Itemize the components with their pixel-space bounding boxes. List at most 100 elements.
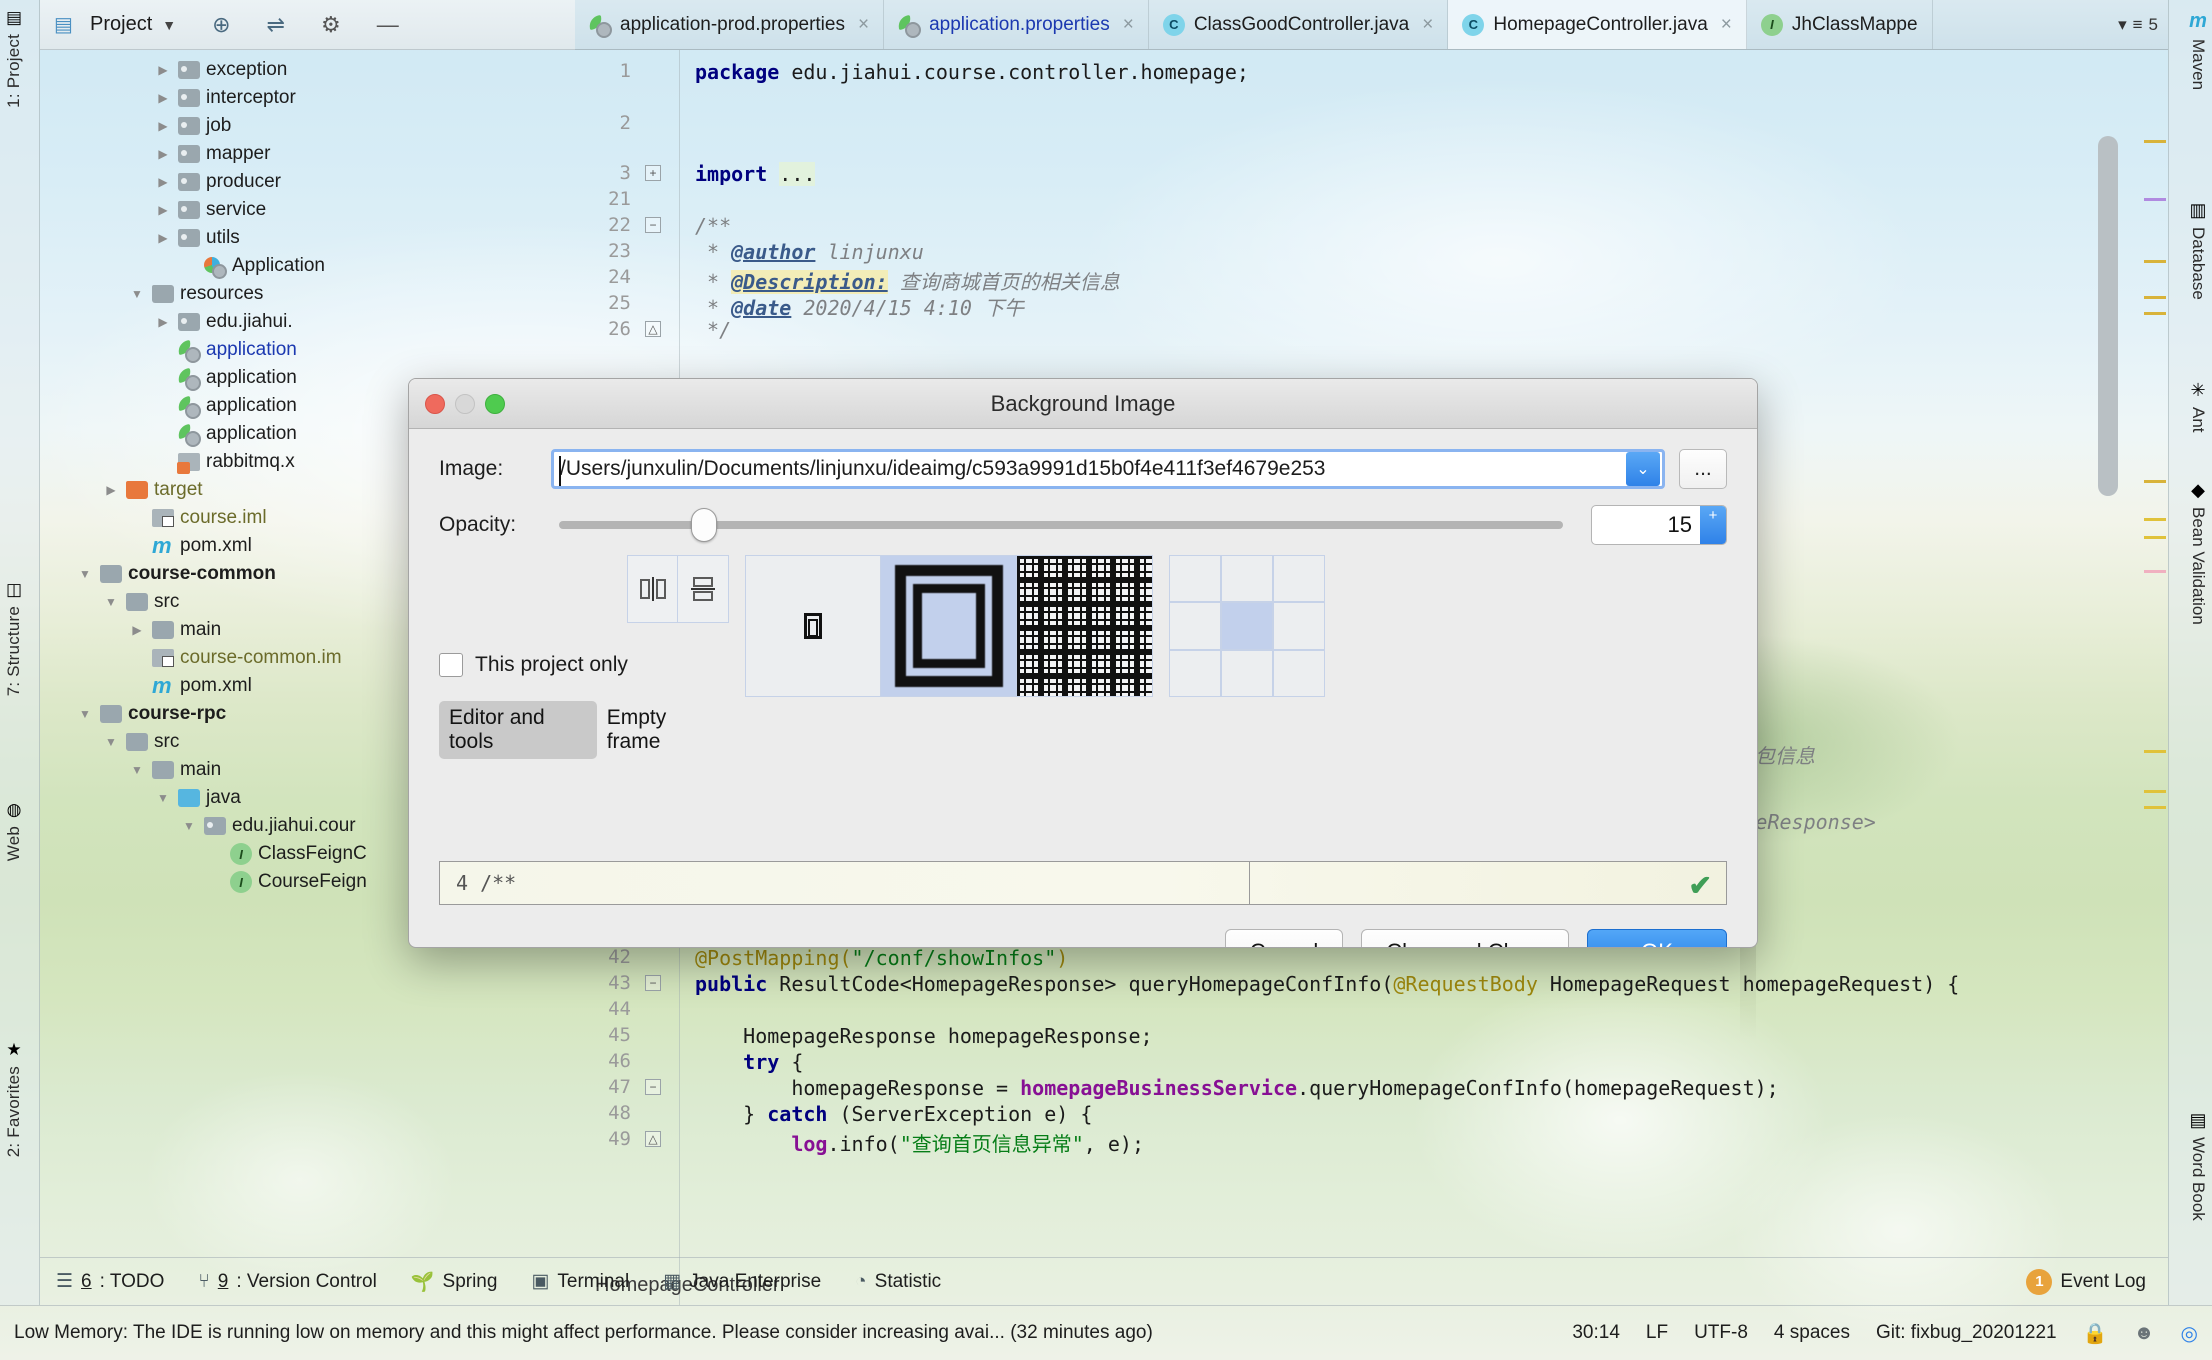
background-image-dialog[interactable]: Background Image Image: /Users/junxulin/… xyxy=(408,378,1758,948)
stepper-up-icon[interactable]: + xyxy=(1700,506,1726,525)
chevron-down-icon[interactable]: ▼ xyxy=(128,287,146,301)
dialog-title-bar[interactable]: Background Image xyxy=(409,379,1757,429)
code-line[interactable]: * @date 2020/4/15 4:10 下午 xyxy=(695,292,1024,321)
editor-marker[interactable] xyxy=(2144,480,2166,483)
chevron-right-icon[interactable]: ▶ xyxy=(128,539,146,553)
anchor-top-left[interactable] xyxy=(1169,555,1221,603)
sidebar-item-ant[interactable]: ✳ Ant xyxy=(2188,380,2208,433)
editor-marker[interactable] xyxy=(2144,518,2166,521)
editor-marker-bar[interactable] xyxy=(2142,50,2168,1305)
anchor-bottom-left[interactable] xyxy=(1169,649,1221,697)
tool-window-button[interactable]: ☰ 6: TODO xyxy=(56,1270,164,1293)
editor-marker[interactable] xyxy=(2144,570,2166,573)
editor-marker[interactable] xyxy=(2144,260,2166,263)
git-branch[interactable]: Git: fixbug_20201221 xyxy=(1876,1322,2057,1344)
this-project-only-row[interactable]: This project only xyxy=(439,653,729,677)
chevron-right-icon[interactable]: ▶ xyxy=(206,875,224,889)
locate-icon[interactable]: ⊕ xyxy=(212,12,230,38)
chevron-right-icon[interactable]: ▶ xyxy=(180,259,198,273)
line-separator[interactable]: LF xyxy=(1646,1322,1668,1344)
sidebar-item-structure[interactable]: ◫ 7: Structure xyxy=(4,580,24,696)
editor-marker[interactable] xyxy=(2144,806,2166,809)
status-message[interactable]: Low Memory: The IDE is running low on me… xyxy=(14,1322,1546,1344)
code-line[interactable]: * @Description: 查询商城首页的相关信息 xyxy=(695,266,1120,295)
close-icon[interactable]: × xyxy=(1123,14,1134,36)
code-line[interactable]: try { xyxy=(695,1050,803,1074)
chevron-right-icon[interactable]: ▶ xyxy=(154,399,172,413)
chevron-right-icon[interactable]: ▶ xyxy=(206,847,224,861)
slider-thumb[interactable] xyxy=(691,508,717,542)
segment-editor-and-tools[interactable]: Editor and tools xyxy=(439,701,597,759)
flip-horizontal-button[interactable] xyxy=(627,555,679,623)
chevron-down-icon[interactable]: ▼ xyxy=(180,819,198,833)
editor-marker[interactable] xyxy=(2144,198,2166,201)
chevron-down-icon[interactable]: ▾ xyxy=(2118,15,2127,35)
anchor-top-right[interactable] xyxy=(1273,555,1325,603)
code-line[interactable]: /** xyxy=(695,214,731,238)
code-line[interactable]: * @author linjunxu xyxy=(695,240,924,264)
opacity-value[interactable]: 15 xyxy=(1592,506,1700,544)
tree-node[interactable]: ▶ exception xyxy=(40,56,575,84)
anchor-middle-right[interactable] xyxy=(1273,602,1325,650)
chevron-right-icon[interactable]: ▶ xyxy=(154,175,172,189)
chevron-right-icon[interactable]: ▶ xyxy=(154,371,172,385)
tree-node[interactable]: ▶ interceptor xyxy=(40,84,575,112)
close-icon[interactable]: × xyxy=(1721,14,1732,36)
event-log-button[interactable]: 1 Event Log xyxy=(2026,1268,2146,1295)
collapse-all-icon[interactable]: ⇌ xyxy=(267,12,285,38)
code-fold-toggle[interactable]: △ xyxy=(645,1131,661,1147)
settings-gear-icon[interactable]: ⚙ xyxy=(321,12,341,38)
code-line[interactable]: homepageResponse = homepageBusinessServi… xyxy=(695,1076,1778,1100)
tool-window-button[interactable]: ▣ Terminal xyxy=(531,1270,629,1293)
code-line[interactable]: */ xyxy=(695,318,731,342)
indent-setting[interactable]: 4 spaces xyxy=(1774,1322,1850,1344)
editor-tab[interactable]: application-prod.properties × xyxy=(575,0,885,49)
spinner-steppers[interactable]: + xyxy=(1700,506,1726,544)
tree-node[interactable]: ▶ service xyxy=(40,196,575,224)
tool-window-button[interactable]: ⑂ 9: Version Control xyxy=(198,1271,376,1293)
fill-mode-previews[interactable] xyxy=(745,555,1153,697)
caret-position[interactable]: 30:14 xyxy=(1572,1322,1620,1344)
close-icon[interactable]: × xyxy=(1422,14,1433,36)
chevron-down-icon[interactable]: ▼ xyxy=(102,595,120,609)
chevron-right-icon[interactable]: ▶ xyxy=(154,63,172,77)
cancel-button[interactable]: Cancel xyxy=(1224,929,1344,947)
fill-mode-tile[interactable] xyxy=(1017,555,1153,697)
hide-icon[interactable]: — xyxy=(377,12,399,38)
anchor-top-center[interactable] xyxy=(1221,555,1273,603)
lock-icon[interactable]: 🔒 xyxy=(2083,1321,2108,1346)
chevron-right-icon[interactable]: ▶ xyxy=(154,455,172,469)
editor-marker[interactable] xyxy=(2144,312,2166,315)
code-line[interactable]: HomepageResponse homepageResponse; xyxy=(695,1024,1152,1048)
editor-marker[interactable] xyxy=(2144,790,2166,793)
tool-window-button[interactable]: 🌱 Spring xyxy=(411,1270,498,1294)
this-project-only-checkbox[interactable] xyxy=(439,653,463,677)
chevron-right-icon[interactable]: ▶ xyxy=(154,203,172,217)
chevron-right-icon[interactable]: ▶ xyxy=(128,651,146,665)
flip-vertical-button[interactable] xyxy=(678,555,729,623)
code-fold-toggle[interactable]: − xyxy=(645,975,661,991)
sidebar-item-web[interactable]: ◍ Web xyxy=(4,800,24,861)
opacity-slider[interactable] xyxy=(551,505,1571,545)
code-line[interactable]: import ... xyxy=(695,162,816,186)
sidebar-item-favorites[interactable]: ★ 2: Favorites xyxy=(4,1040,24,1157)
anchor-middle-center[interactable] xyxy=(1221,602,1273,650)
tree-node[interactable]: ▶ utils xyxy=(40,224,575,252)
editor-scrollbar-thumb[interactable] xyxy=(2098,136,2118,496)
anchor-grid[interactable] xyxy=(1169,555,1325,697)
code-line[interactable]: package edu.jiahui.course.controller.hom… xyxy=(695,60,1249,84)
chevron-right-icon[interactable]: ▶ xyxy=(154,147,172,161)
clear-and-close-button[interactable]: Clear and Close xyxy=(1361,929,1569,947)
stepper-down-icon[interactable] xyxy=(1700,525,1726,544)
anchor-position-grid[interactable] xyxy=(1169,555,1325,697)
tree-node[interactable]: ▶ job xyxy=(40,112,575,140)
chevron-right-icon[interactable]: ▶ xyxy=(154,315,172,329)
chevron-right-icon[interactable]: ▶ xyxy=(154,119,172,133)
sidebar-item-maven[interactable]: m Maven xyxy=(2188,10,2208,90)
tree-node[interactable]: ▼ resources xyxy=(40,280,575,308)
editor-tab[interactable]: application.properties × xyxy=(884,0,1149,49)
sidebar-item-database[interactable]: ▥ Database xyxy=(2188,200,2208,300)
editor-tab[interactable]: C ClassGoodController.java × xyxy=(1149,0,1449,49)
fill-mode-fit[interactable] xyxy=(745,555,881,697)
chevron-down-icon[interactable]: ▼ xyxy=(76,707,94,721)
